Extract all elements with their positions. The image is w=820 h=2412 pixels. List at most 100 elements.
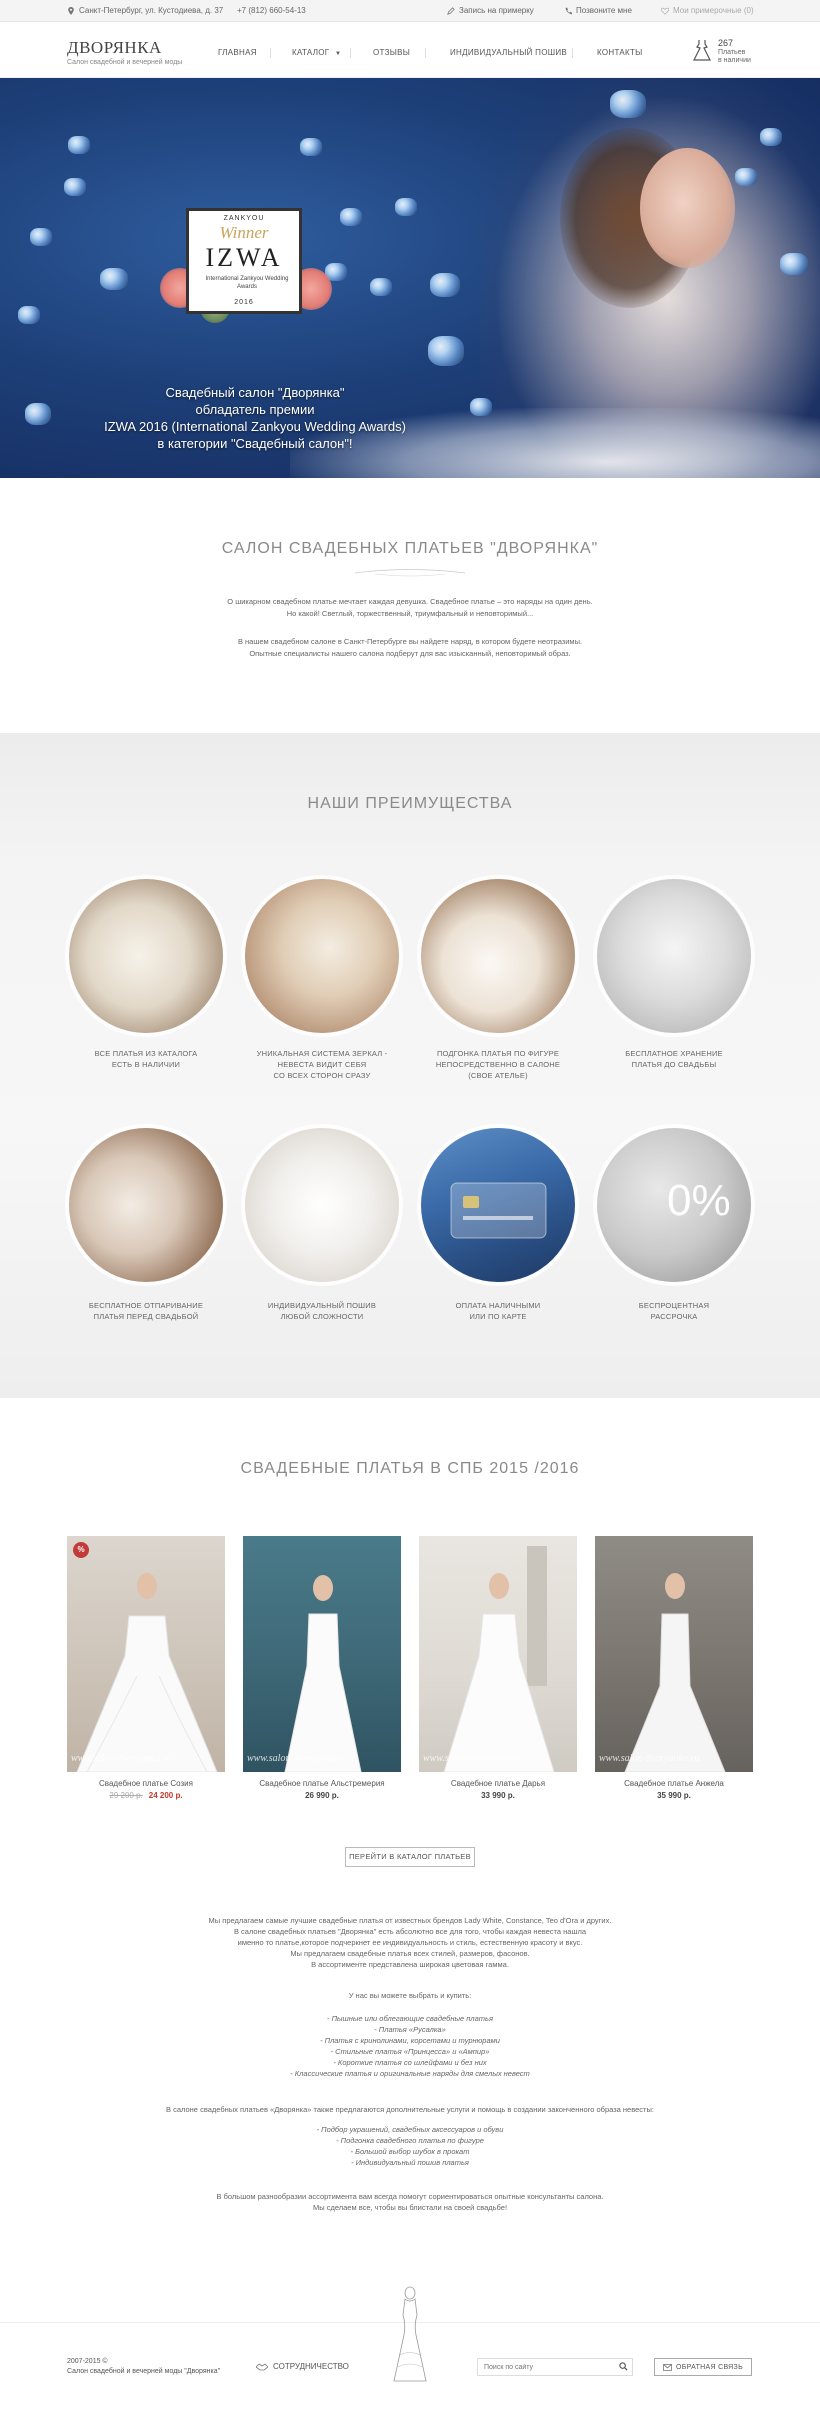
divider-ornament bbox=[355, 569, 465, 577]
description-line: Мы сделаем все, чтобы вы блистали на сво… bbox=[312, 2203, 508, 2212]
product-name[interactable]: Свадебное платье Дарья bbox=[419, 1779, 577, 1788]
fitting-link[interactable]: Запись на примерку bbox=[447, 6, 534, 15]
header: ДВОРЯНКА Салон свадебной и вечерней моды… bbox=[0, 22, 820, 78]
my-fittings-label[interactable]: Мои примерочные (0) bbox=[673, 6, 754, 15]
caption-line: НЕВЕСТА ВИДИТ СЕБЯ bbox=[277, 1060, 367, 1069]
logo-title[interactable]: ДВОРЯНКА bbox=[67, 38, 162, 58]
about-paragraph: В нашем свадебном салоне в Санкт-Петербу… bbox=[180, 636, 640, 660]
caption-line: ВСЕ ПЛАТЬЯ ИЗ КАТАЛОГА bbox=[94, 1049, 198, 1058]
hero-banner[interactable]: ZANKYOU Winner IZWA International Zankyo… bbox=[0, 78, 820, 478]
nav-catalog-label[interactable]: КАТАЛОГ bbox=[292, 48, 329, 57]
phone[interactable]: +7 (812) 660-54-13 bbox=[237, 6, 306, 15]
product-name[interactable]: Свадебное платье Анжела bbox=[595, 1779, 753, 1788]
watermark: www.salon-dvoryanka.ru bbox=[599, 1753, 700, 1764]
product-card-angela[interactable]: www.salon-dvoryanka.ru bbox=[595, 1536, 753, 1772]
advantage-photo-catalog bbox=[69, 879, 223, 1033]
callback-link-label[interactable]: Позвоните мне bbox=[576, 6, 632, 15]
badge-subtitle: International Zankyou Wedding Awards bbox=[205, 276, 289, 290]
product-photo bbox=[624, 1573, 726, 1772]
go-to-catalog-button[interactable]: ПЕРЕЙТИ В КАТАЛОГ ПЛАТЬЕВ bbox=[345, 1847, 475, 1867]
caption-line: ИЛИ ПО КАРТЕ bbox=[469, 1312, 527, 1321]
buy-list-title: У нас вы можете выбрать и купить: bbox=[348, 1991, 472, 2000]
description-closing: В большом разнообразии ассортимента вам … bbox=[150, 2191, 670, 2213]
address: Санкт-Петербург, ул. Кустодиева, д. 37 bbox=[67, 6, 223, 15]
catalog-title: СВАДЕБНЫЕ ПЛАТЬЯ В СПБ 2015 /2016 bbox=[240, 1460, 580, 1477]
crystal-decoration bbox=[760, 128, 782, 146]
product-photo bbox=[443, 1546, 555, 1772]
description-line: В салоне свадебных платьев "Дворянка" ес… bbox=[233, 1927, 587, 1936]
crystal-decoration bbox=[370, 278, 392, 296]
search-icon[interactable] bbox=[619, 2362, 628, 2371]
caption-line: БЕСПРОЦЕНТНАЯ bbox=[638, 1301, 710, 1310]
chevron-down-icon: ▼ bbox=[334, 51, 342, 57]
product-card-alstroemeria[interactable]: www.salon-dvoryanka.ru bbox=[243, 1536, 401, 1772]
list-item: - Классические платья и оригинальные нар… bbox=[290, 2069, 530, 2078]
izwa-award-badge: ZANKYOU Winner IZWA International Zankyo… bbox=[186, 208, 302, 314]
nav-home[interactable]: ГЛАВНАЯ bbox=[218, 48, 257, 57]
hero-line: Свадебный салон "Дворянка" bbox=[165, 385, 345, 400]
nav-reviews[interactable]: ОТЗЫВЫ bbox=[373, 48, 410, 57]
caption-line: ПЛАТЬЯ ПЕРЕД СВАДЬБОЙ bbox=[93, 1312, 199, 1321]
search-input[interactable] bbox=[477, 2358, 633, 2376]
badge-brand: ZANKYOU bbox=[223, 215, 265, 222]
product-price: 26 990 р. bbox=[305, 1791, 339, 1800]
product-price: 35 990 р. bbox=[657, 1791, 691, 1800]
watermark: www.salon-dvoryanka.ru bbox=[71, 1753, 172, 1764]
description-line: В большом разнообразии ассортимента вам … bbox=[216, 2192, 604, 2201]
product-photo bbox=[284, 1575, 362, 1772]
nav-divider bbox=[350, 48, 351, 58]
nav-divider bbox=[425, 48, 426, 58]
list-item: - Пышные или облегающие свадебные платья bbox=[326, 2014, 493, 2023]
my-fittings-link[interactable]: Мои примерочные (0) bbox=[661, 6, 754, 15]
watermark: www.salon-dvoryanka.ru bbox=[423, 1753, 524, 1764]
about-title: САЛОН СВАДЕБНЫХ ПЛАТЬЕВ "ДВОРЯНКА" bbox=[221, 540, 599, 557]
advantage-caption: БЕСПРОЦЕНТНАЯ РАССРОЧКА bbox=[579, 1300, 769, 1322]
advantage-caption: УНИКАЛЬНАЯ СИСТЕМА ЗЕРКАЛ - НЕВЕСТА ВИДИ… bbox=[227, 1048, 417, 1081]
product-name[interactable]: Свадебное платье Альстремерия bbox=[243, 1779, 401, 1788]
phone-text[interactable]: +7 (812) 660-54-13 bbox=[237, 6, 306, 15]
description-line: Мы предлагаем самые лучшие свадебные пла… bbox=[208, 1916, 612, 1925]
badge-winner: Winner bbox=[219, 223, 269, 242]
stock-count: 267 bbox=[718, 38, 734, 48]
crystal-decoration bbox=[428, 336, 464, 366]
top-bar: Санкт-Петербург, ул. Кустодиева, д. 37 +… bbox=[0, 0, 820, 22]
nav-catalog[interactable]: КАТАЛОГ ▼ bbox=[292, 48, 341, 57]
cooperation-link[interactable]: СОТРУДНИЧЕСТВО bbox=[256, 2362, 349, 2371]
services-title: В салоне свадебных платьев «Дворянка» та… bbox=[166, 2105, 654, 2114]
list-item: - Стильные платья «Принцесса» и «Ампир» bbox=[330, 2047, 490, 2056]
product-name[interactable]: Свадебное платье Созия bbox=[67, 1779, 225, 1788]
crystal-decoration bbox=[735, 168, 757, 186]
logo-subtitle: Салон свадебной и вечерней моды bbox=[67, 59, 183, 66]
advantage-caption: ВСЕ ПЛАТЬЯ ИЗ КАТАЛОГА ЕСТЬ В НАЛИЧИИ bbox=[51, 1048, 241, 1070]
bank-card-icon bbox=[450, 1182, 547, 1239]
buy-list: - Пышные или облегающие свадебные платья… bbox=[150, 2013, 670, 2079]
cooperation-label[interactable]: СОТРУДНИЧЕСТВО bbox=[273, 2362, 349, 2371]
hero-line: в категории "Свадебный салон"! bbox=[157, 436, 353, 451]
fitting-link-label[interactable]: Запись на примерку bbox=[459, 6, 534, 15]
caption-line: (СВОЕ АТЕЛЬЕ) bbox=[468, 1071, 528, 1080]
product-card-sozia[interactable]: % www.salon-dvoryanka.ru bbox=[67, 1536, 225, 1772]
callback-link[interactable]: Позвоните мне bbox=[564, 6, 632, 15]
about-line: Но какой! Светлый, торжественный, триумф… bbox=[286, 609, 534, 618]
crystal-decoration bbox=[610, 90, 646, 118]
product-card-daria[interactable]: www.salon-dvoryanka.ru bbox=[419, 1536, 577, 1772]
advantage-caption: ОПЛАТА НАЛИЧНЫМИ ИЛИ ПО КАРТЕ bbox=[403, 1300, 593, 1322]
stock-label: Платьев bbox=[718, 49, 746, 56]
hero-line: обладатель премии bbox=[195, 402, 315, 417]
list-item: - Индивидуальный пошив платья bbox=[351, 2158, 469, 2167]
nav-custom-tailoring[interactable]: ИНДИВИДУАЛЬНЫЙ ПОШИВ bbox=[450, 48, 567, 57]
crystal-decoration bbox=[64, 178, 86, 196]
advantage-caption: БЕСПЛАТНОЕ ХРАНЕНИЕ ПЛАТЬЯ ДО СВАДЬБЫ bbox=[579, 1048, 769, 1070]
location-pin-icon bbox=[68, 6, 74, 15]
caption-line: НЕПОСРЕДСТВЕННО В САЛОНЕ bbox=[435, 1060, 561, 1069]
copyright-line: Салон свадебной и вечерней моды "Дворянк… bbox=[67, 2368, 221, 2375]
badge-title: IZWA bbox=[205, 243, 283, 272]
list-item: - Подбор украшений, свадебных аксессуаро… bbox=[316, 2125, 504, 2134]
nav-contacts[interactable]: КОНТАКТЫ bbox=[597, 48, 643, 57]
feedback-button[interactable]: ОБРАТНАЯ СВЯЗЬ bbox=[654, 2358, 752, 2376]
advantage-photo-mirrors bbox=[245, 879, 399, 1033]
caption-line: ИНДИВИДУАЛЬНЫЙ ПОШИВ bbox=[267, 1301, 377, 1310]
feedback-label[interactable]: ОБРАТНАЯ СВЯЗЬ bbox=[676, 2364, 743, 2371]
mannequin-icon bbox=[393, 2286, 427, 2382]
hero-line: IZWA 2016 (International Zankyou Wedding… bbox=[104, 419, 406, 434]
